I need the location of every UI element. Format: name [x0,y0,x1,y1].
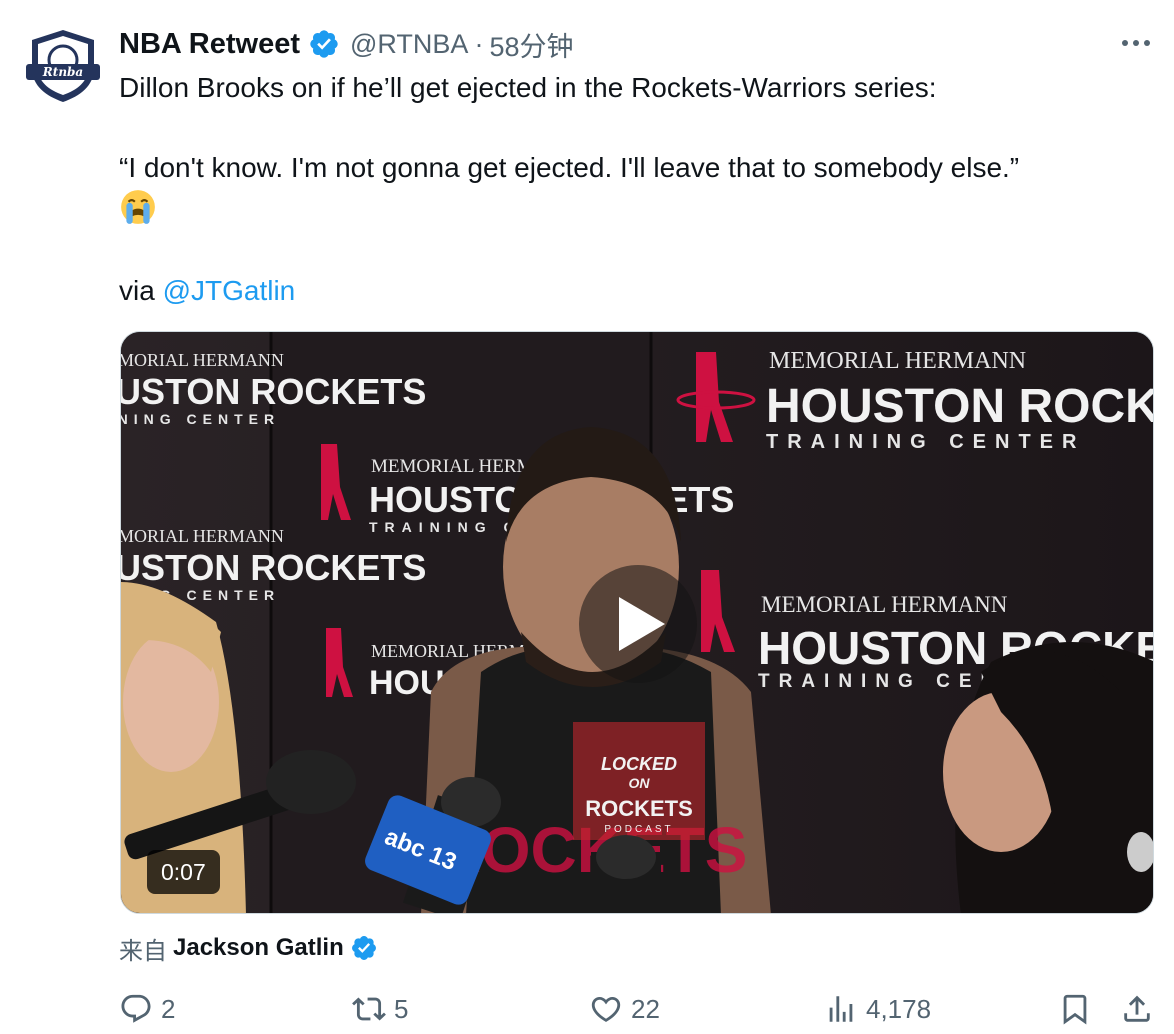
tweet-header: NBA Retweet @RTNBA · 58分钟 [119,24,574,64]
svg-text:ON: ON [629,775,651,791]
svg-text:MEMORIAL HERMANN: MEMORIAL HERMANN [769,348,1026,374]
heart-icon [591,996,621,1022]
svg-text:HOUSTON ROCKETS: HOUSTON ROCKETS [766,380,1154,433]
verified-badge-icon[interactable] [350,934,378,962]
reply-count: 2 [161,993,176,1024]
views-chart-icon [829,996,853,1022]
rtnba-logo-icon: Rtnba [26,30,100,102]
author-handle[interactable]: @RTNBA [350,29,468,60]
verified-badge-icon[interactable] [308,28,340,60]
svg-text:Rtnba: Rtnba [42,65,83,79]
tweet-line-1: Dillon Brooks on if he’ll get ejected in… [119,72,937,103]
video-source: 来自 Jackson Gatlin [119,928,378,968]
locked-on-rockets-logo: LOCKED ON ROCKETS PODCAST [573,722,705,840]
more-options-button[interactable] [1118,28,1154,58]
svg-text:HOUSTON ROCKETS: HOUSTON ROCKETS [121,371,426,412]
like-count: 22 [631,993,660,1024]
bookmark-icon [1063,994,1087,1025]
svg-text:ROCKETS: ROCKETS [585,796,693,821]
view-count: 4,178 [866,993,932,1024]
play-button[interactable] [579,565,697,683]
svg-text:TRAINING CENTER: TRAINING CENTER [766,431,1085,453]
source-author[interactable]: Jackson Gatlin [173,934,344,962]
retweet-icon [352,997,386,1021]
reply-button[interactable]: 2 [119,986,175,1032]
video-duration: 0:07 [147,850,220,894]
svg-text:MEMORIAL HERMANN: MEMORIAL HERMANN [121,526,284,546]
mention-link[interactable]: @JTGatlin [163,275,296,306]
views-button[interactable]: 4,178 [824,986,931,1032]
post-time[interactable]: 58分钟 [489,25,573,64]
retweet-count: 5 [394,993,409,1024]
share-icon [1124,995,1150,1022]
bookmark-button[interactable] [1058,986,1092,1032]
svg-text:MEMORIAL HERMANN: MEMORIAL HERMANN [761,592,1008,617]
reply-icon [121,994,151,1023]
share-button[interactable] [1120,986,1154,1032]
retweet-button[interactable]: 5 [352,986,408,1032]
avatar[interactable]: Rtnba [22,24,104,106]
loudly-crying-face-icon [121,190,155,224]
svg-text:TRAINING CENTER: TRAINING CENTER [121,411,280,427]
svg-text:PODCAST: PODCAST [604,824,673,835]
author-name[interactable]: NBA Retweet [119,28,300,61]
source-prefix: 来自 [119,937,167,965]
svg-text:MEMORIAL HERMANN: MEMORIAL HERMANN [121,350,284,370]
svg-text:HOUSTON ROCKETS: HOUSTON ROCKETS [121,547,426,588]
like-button[interactable]: 22 [589,986,660,1032]
tweet-text: Dillon Brooks on if he’ll get ejected in… [119,68,1149,311]
svg-text:LOCKED: LOCKED [601,754,677,774]
separator-dot: · [474,28,484,59]
more-icon [1122,40,1128,46]
via-line: via @JTGatlin [119,271,1149,311]
emoji-line [119,188,1149,231]
via-label: via [119,275,155,306]
tweet-quote: “I don't know. I'm not gonna get ejected… [119,152,1020,183]
play-icon [619,597,665,651]
video-player[interactable]: MEMORIAL HERMANN HOUSTON ROCKETS TRAININ… [120,331,1154,914]
